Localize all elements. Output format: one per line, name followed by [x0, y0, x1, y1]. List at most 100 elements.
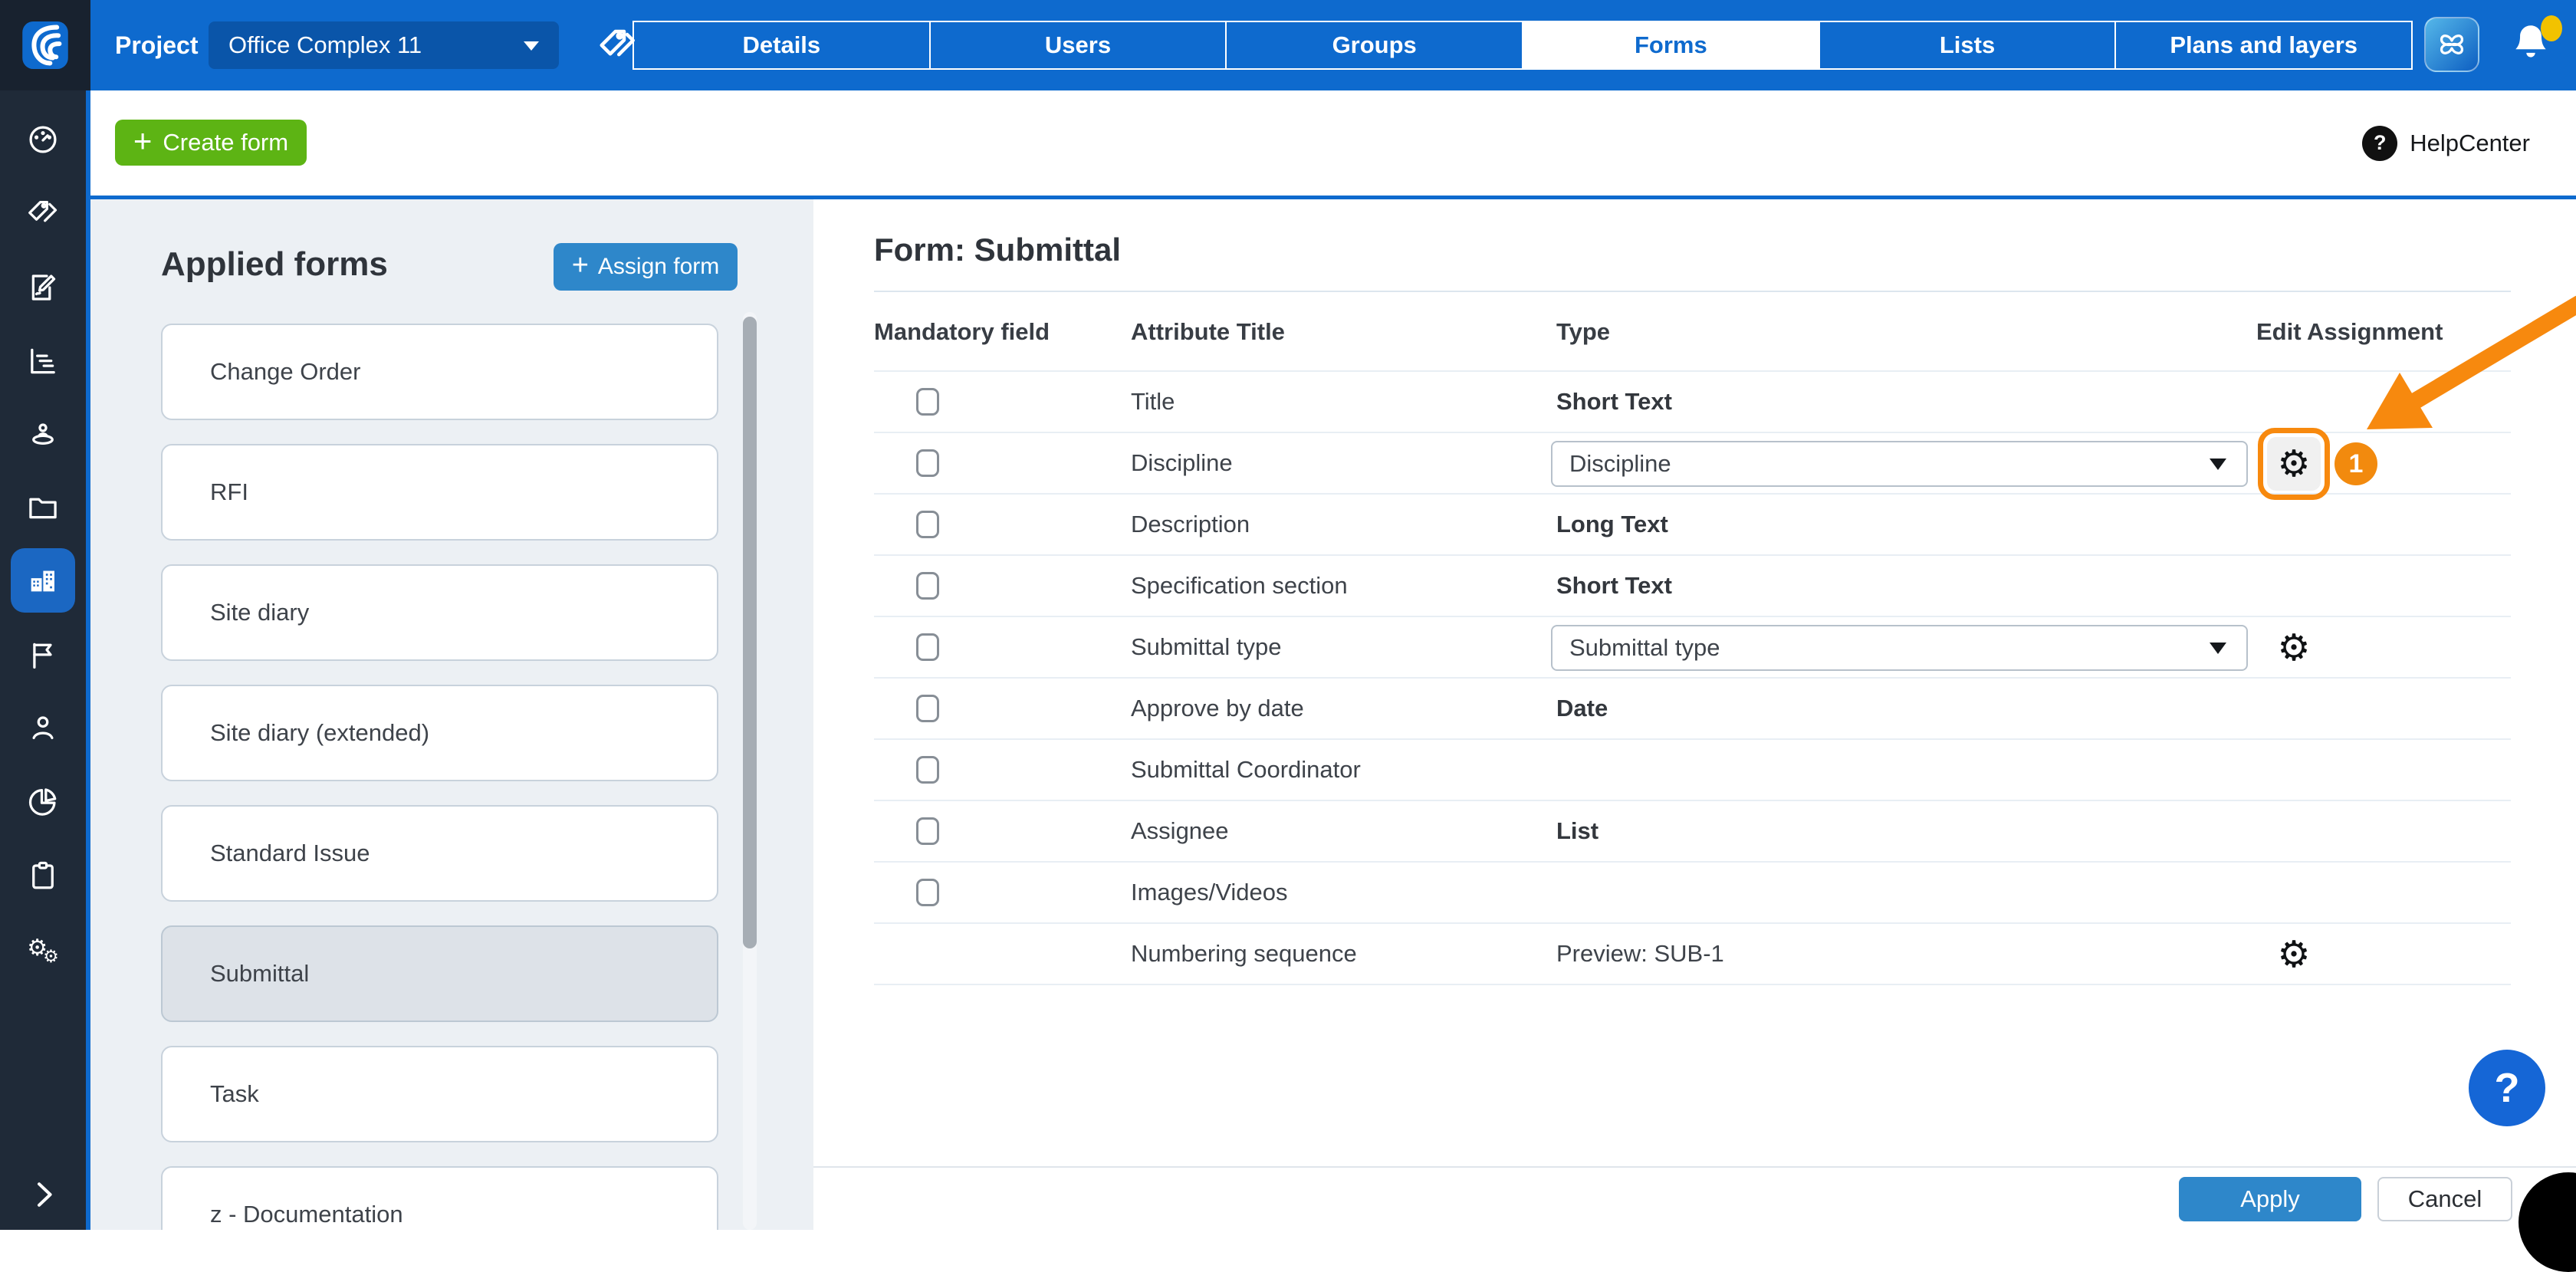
tags-icon [25, 196, 61, 232]
pie-chart-icon [25, 784, 61, 820]
mandatory-checkbox[interactable] [916, 817, 939, 845]
sidebar-item-site-presence[interactable] [11, 403, 75, 468]
person-pin-icon [25, 418, 61, 453]
form-card-z-documentation[interactable]: z - Documentation [161, 1166, 718, 1230]
attribute-title: Title [1131, 372, 1175, 432]
type-dropdown[interactable]: Discipline [1551, 441, 2248, 487]
mandatory-checkbox[interactable] [916, 695, 939, 722]
plus-icon: + [572, 249, 589, 282]
mandatory-checkbox[interactable] [916, 879, 939, 906]
assign-form-button[interactable]: + Assign form [554, 243, 738, 291]
attribute-title: Submittal type [1131, 617, 1281, 677]
footer-bar: Apply Cancel [813, 1166, 2576, 1230]
table-row: Images/Videos [874, 861, 2511, 922]
sidebar-item-insights[interactable] [11, 770, 75, 834]
sidebar-item-people[interactable] [11, 695, 75, 760]
sidebar-item-tags[interactable] [11, 182, 75, 246]
content: Applied forms + Assign form Change Order… [90, 199, 2576, 1230]
mandatory-checkbox[interactable] [916, 449, 939, 477]
form-card-task[interactable]: Task [161, 1046, 718, 1142]
tab-users[interactable]: Users [929, 21, 1227, 70]
brand-logo-icon [16, 16, 74, 74]
mandatory-checkbox[interactable] [916, 633, 939, 661]
form-card-submittal[interactable]: Submittal [161, 925, 718, 1022]
form-card-label: Task [210, 1080, 259, 1108]
apps-icon[interactable] [2424, 17, 2479, 72]
mandatory-checkbox[interactable] [916, 756, 939, 784]
table-row: Numbering sequencePreview: SUB-1⚙ [874, 922, 2511, 984]
buildings-icon [25, 563, 61, 598]
type-dropdown[interactable]: Submittal type [1551, 625, 2248, 671]
create-form-label: Create form [163, 129, 288, 156]
help-fab[interactable]: ? [2469, 1050, 2545, 1126]
mandatory-checkbox[interactable] [916, 388, 939, 416]
form-card-site-diary-extended-[interactable]: Site diary (extended) [161, 685, 718, 781]
sidebar: ⚙⚙ [0, 90, 90, 1230]
sidebar-item-flags[interactable] [11, 623, 75, 688]
clipboard-icon [25, 858, 61, 893]
cancel-button[interactable]: Cancel [2377, 1177, 2512, 1221]
attribute-type: Short Text [1556, 556, 1672, 616]
apply-button[interactable]: Apply [2179, 1177, 2361, 1221]
sidebar-item-dashboard[interactable] [11, 107, 75, 172]
table-row: Assignee List [874, 800, 2511, 861]
form-card-change-order[interactable]: Change Order [161, 324, 718, 420]
tab-forms[interactable]: Forms [1522, 21, 1820, 70]
gear-icon[interactable]: ⚙ [2267, 437, 2321, 491]
form-card-label: Site diary [210, 599, 309, 626]
create-form-button[interactable]: + Create form [115, 120, 307, 166]
sidebar-item-reports[interactable] [11, 329, 75, 393]
attribute-title: Assignee [1131, 801, 1229, 861]
attribute-title: Numbering sequence [1131, 924, 1357, 984]
project-selector[interactable]: Office Complex 11 [209, 21, 559, 69]
attribute-title: Submittal Coordinator [1131, 740, 1361, 800]
dropdown-value: Submittal type [1569, 626, 1720, 669]
form-detail-panel: Form: Submittal Mandatory field Attribut… [813, 199, 2576, 1230]
form-card-rfi[interactable]: RFI [161, 444, 718, 541]
attribute-type: Long Text [1556, 495, 1668, 554]
mandatory-checkbox[interactable] [916, 572, 939, 600]
tab-label: Users [1045, 31, 1111, 59]
tab-plans-and-layers[interactable]: Plans and layers [2114, 21, 2413, 70]
dashboard-icon [25, 122, 61, 157]
attribute-title: Images/Videos [1131, 863, 1288, 922]
form-card-site-diary[interactable]: Site diary [161, 564, 718, 661]
chart-icon [25, 343, 61, 379]
tab-details[interactable]: Details [632, 21, 931, 70]
attribute-title: Approve by date [1131, 679, 1304, 738]
table-row: Submittal Coordinator [874, 738, 2511, 800]
table-row: Submittal type Submittal type ⚙ [874, 616, 2511, 677]
sidebar-item-settings[interactable]: ⚙⚙ [11, 918, 75, 982]
attribute-type: Date [1556, 679, 1608, 738]
table-row: Description Long Text [874, 493, 2511, 554]
tag-icon[interactable] [596, 25, 638, 70]
notifications-bell-icon[interactable] [2507, 20, 2558, 71]
attribute-title: Description [1131, 495, 1250, 554]
attribute-type: List [1556, 801, 1598, 861]
annotation-highlight-ring: ⚙ [2258, 428, 2330, 500]
sidebar-item-forms[interactable] [11, 255, 75, 320]
tab-groups[interactable]: Groups [1225, 21, 1523, 70]
form-card-label: Standard Issue [210, 840, 370, 867]
app-logo[interactable] [0, 0, 90, 90]
forms-list: Change Order RFI Site diary Site diary (ext… [161, 324, 718, 1230]
table-row: Specification sectionShort Text [874, 554, 2511, 616]
notification-dot [2541, 15, 2562, 41]
sidebar-item-files[interactable] [11, 475, 75, 540]
mandatory-checkbox[interactable] [916, 511, 939, 538]
sidebar-item-projects[interactable] [11, 548, 75, 613]
gear-icon[interactable]: ⚙ [2267, 928, 2321, 981]
form-card-standard-issue[interactable]: Standard Issue [161, 805, 718, 902]
form-card-label: Site diary (extended) [210, 719, 429, 747]
helpcenter-link[interactable]: ? HelpCenter [2362, 90, 2530, 196]
attribute-type: Short Text [1556, 372, 1672, 432]
sidebar-item-tasks[interactable] [11, 843, 75, 908]
toolbar: + Create form ? HelpCenter [90, 90, 2576, 196]
tab-lists[interactable]: Lists [1819, 21, 2117, 70]
scrollbar-thumb[interactable] [743, 317, 757, 948]
form-edit-icon [25, 270, 61, 305]
forms-list-scrollbar[interactable] [743, 312, 757, 1230]
sidebar-expand-button[interactable] [11, 1162, 75, 1227]
gear-icon[interactable]: ⚙ [2267, 621, 2321, 675]
dropdown-value: Discipline [1569, 442, 1671, 485]
